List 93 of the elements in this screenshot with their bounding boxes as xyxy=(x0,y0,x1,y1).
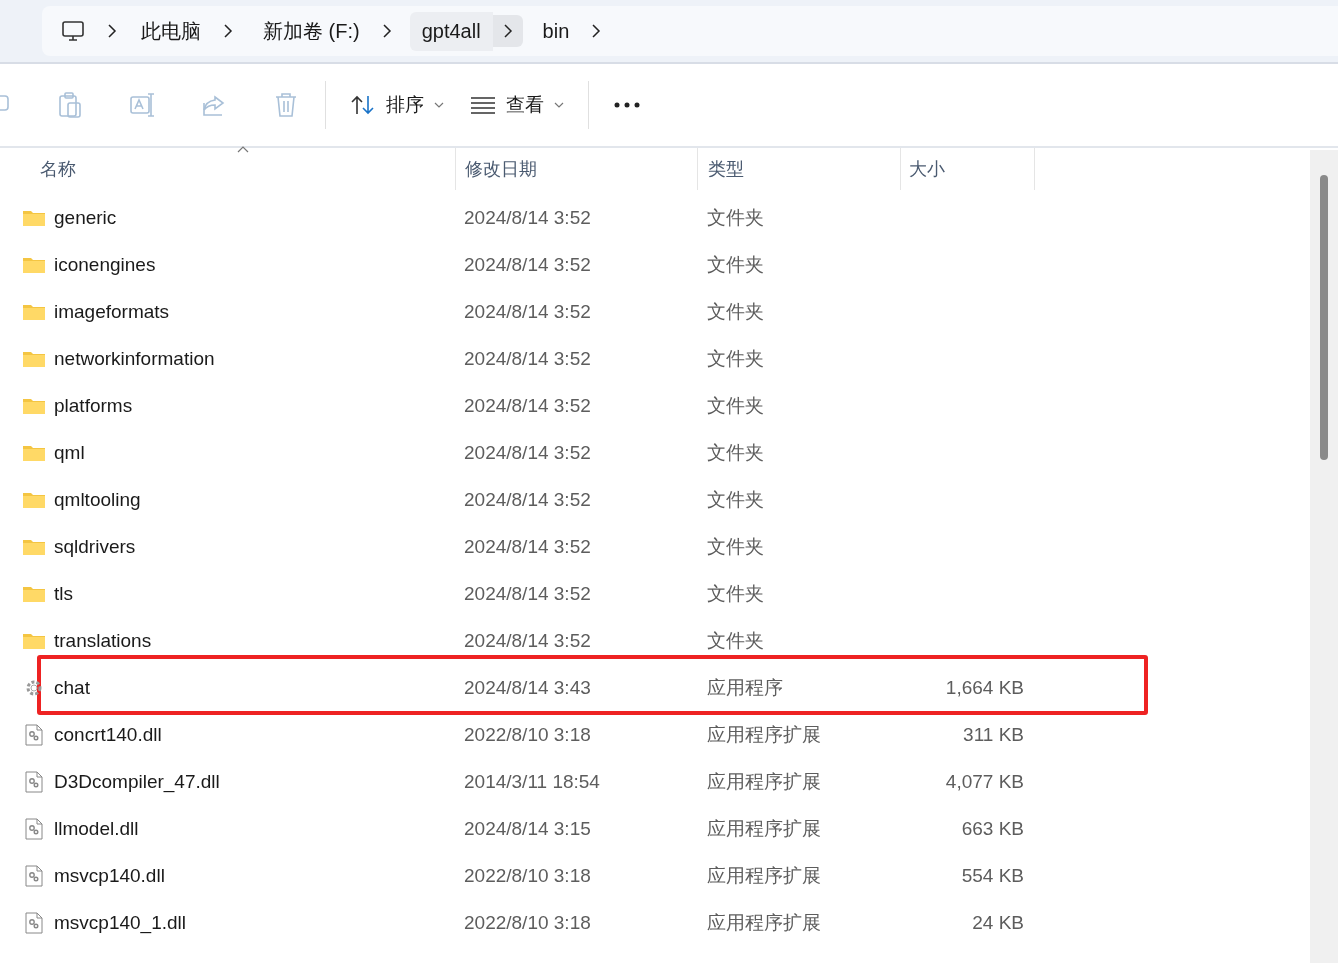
file-name[interactable]: tls xyxy=(54,582,73,605)
type-cell: 应用程序扩展 xyxy=(707,911,821,933)
type-cell: 文件夹 xyxy=(707,253,764,275)
type-cell: 文件夹 xyxy=(707,206,764,228)
type-cell: 文件夹 xyxy=(707,441,764,463)
size-cell: 663 KB xyxy=(961,817,1024,839)
type-cell: 文件夹 xyxy=(707,300,764,322)
folder-icon xyxy=(22,631,46,650)
folder-icon xyxy=(22,255,46,274)
date-cell: 2024/8/14 3:52 xyxy=(464,253,591,275)
folder-icon xyxy=(22,302,46,321)
view-button[interactable]: 查看 xyxy=(468,88,566,122)
date-cell: 2022/8/10 3:18 xyxy=(464,723,591,745)
address-bar[interactable]: 此电脑 新加卷 (F:) gpt4all bin xyxy=(42,6,1338,56)
file-name[interactable]: platforms xyxy=(54,394,133,417)
scrollbar-thumb[interactable] xyxy=(1320,175,1328,460)
type-cell: 文件夹 xyxy=(707,488,764,510)
file-gear-icon xyxy=(22,817,46,840)
file-name[interactable]: translations xyxy=(54,629,152,652)
folder-icon xyxy=(22,396,46,415)
column-header[interactable]: 名称 xyxy=(40,157,76,181)
type-cell: 应用程序扩展 xyxy=(707,817,821,839)
file-gear-icon xyxy=(22,864,46,887)
file-gear-icon xyxy=(22,770,46,793)
file-name[interactable]: networkinformation xyxy=(54,347,215,370)
folder-icon xyxy=(22,537,46,556)
type-cell: 文件夹 xyxy=(707,535,764,557)
date-cell: 2024/8/14 3:52 xyxy=(464,394,591,416)
folder-icon xyxy=(22,443,46,462)
column-header[interactable]: 类型 xyxy=(708,157,744,181)
file-name[interactable]: qmltooling xyxy=(54,488,141,511)
date-cell: 2014/3/11 18:54 xyxy=(464,770,600,792)
type-cell: 文件夹 xyxy=(707,582,764,604)
date-cell: 2022/8/10 3:18 xyxy=(464,911,591,933)
date-cell: 2024/8/14 3:52 xyxy=(464,206,591,228)
file-name[interactable]: msvcp140_1.dll xyxy=(54,911,187,934)
folder-icon xyxy=(22,490,46,509)
size-cell: 4,077 KB xyxy=(945,770,1024,792)
type-cell: 应用程序 xyxy=(707,676,783,698)
date-cell: 2024/8/14 3:52 xyxy=(464,441,591,463)
date-cell: 2024/8/14 3:15 xyxy=(464,817,591,839)
date-cell: 2022/8/10 3:18 xyxy=(464,864,591,886)
date-cell: 2024/8/14 3:52 xyxy=(464,535,591,557)
file-name[interactable]: imageformats xyxy=(54,300,170,323)
sort-icon xyxy=(350,94,376,116)
column-header[interactable]: 大小 xyxy=(909,157,945,181)
list-icon xyxy=(470,96,496,114)
file-gear-icon xyxy=(22,723,46,746)
breadcrumb-item[interactable]: 此电脑 xyxy=(129,9,213,53)
file-name[interactable]: chat xyxy=(54,676,90,699)
date-cell: 2024/8/14 3:52 xyxy=(464,629,591,651)
date-cell: 2024/8/14 3:52 xyxy=(464,488,591,510)
chevron-icon[interactable] xyxy=(591,24,602,38)
file-gear-icon xyxy=(22,911,46,934)
caret-icon xyxy=(554,101,564,109)
column-header[interactable]: 修改日期 xyxy=(465,157,537,181)
breadcrumb-item[interactable]: 新加卷 (F:) xyxy=(251,9,372,53)
breadcrumb-item[interactable]: gpt4all xyxy=(409,11,493,51)
file-name[interactable]: D3Dcompiler_47.dll xyxy=(54,770,220,793)
date-cell: 2024/8/14 3:52 xyxy=(464,582,591,604)
file-name[interactable]: generic xyxy=(54,206,117,229)
file-name[interactable]: iconengines xyxy=(54,253,156,276)
caret-icon xyxy=(434,101,444,109)
folder-icon xyxy=(22,349,46,368)
chevron-icon[interactable] xyxy=(223,24,233,38)
type-cell: 文件夹 xyxy=(707,629,764,651)
type-cell: 文件夹 xyxy=(707,347,764,369)
size-cell: 1,664 KB xyxy=(945,676,1024,698)
size-cell: 554 KB xyxy=(961,864,1024,886)
file-name[interactable]: qml xyxy=(54,441,85,464)
date-cell: 2024/8/14 3:52 xyxy=(464,300,591,322)
chevron-icon[interactable] xyxy=(107,24,117,38)
size-cell: 24 KB xyxy=(972,911,1024,933)
more-icon[interactable] xyxy=(613,101,641,109)
type-cell: 文件夹 xyxy=(707,394,764,416)
type-cell: 应用程序扩展 xyxy=(707,864,821,886)
type-cell: 应用程序扩展 xyxy=(707,723,821,745)
date-cell: 2024/8/14 3:52 xyxy=(464,347,591,369)
folder-icon xyxy=(22,584,46,603)
size-cell: 311 KB xyxy=(963,723,1024,745)
date-cell: 2024/8/14 3:43 xyxy=(464,676,591,698)
file-name[interactable]: llmodel.dll xyxy=(54,817,139,840)
chevron-icon[interactable] xyxy=(381,24,392,38)
computer-icon[interactable] xyxy=(61,20,85,42)
file-name[interactable]: sqldrivers xyxy=(54,535,136,558)
file-name[interactable]: msvcp140.dll xyxy=(54,864,165,887)
type-cell: 应用程序扩展 xyxy=(707,770,821,792)
file-name[interactable]: concrt140.dll xyxy=(54,723,162,746)
scrollbar[interactable] xyxy=(1310,150,1338,963)
folder-icon xyxy=(22,208,46,227)
breadcrumb-item[interactable]: bin xyxy=(530,11,582,51)
sort-button[interactable]: 排序 xyxy=(348,88,446,122)
chevron-icon[interactable] xyxy=(502,24,513,38)
